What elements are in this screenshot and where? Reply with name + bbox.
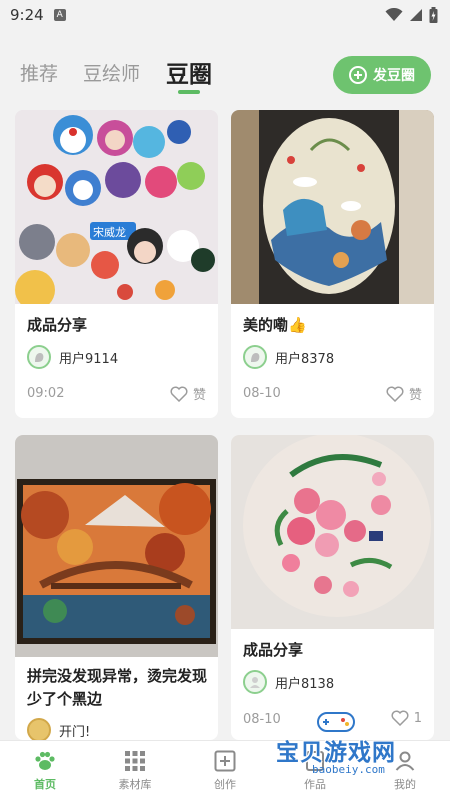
post-card[interactable]: 宋威龙 成品分享 用户9114 09:02 赞: [15, 110, 218, 418]
post-card[interactable]: 美的嘞👍 用户8378 08-10 赞: [231, 110, 434, 418]
tab-bead-artists[interactable]: 豆绘师: [83, 59, 140, 86]
image-caption: 宋威龙: [93, 225, 126, 239]
post-date: 08-10: [243, 386, 281, 401]
bottom-nav: 首页 素材库 创作 作品 我的: [0, 740, 450, 800]
nav-home[interactable]: 首页: [0, 741, 90, 800]
nav-create-label: 创作: [214, 777, 236, 791]
like-button[interactable]: 1: [391, 710, 422, 726]
like-label: 赞: [408, 388, 422, 403]
post-date: 09:02: [27, 386, 65, 401]
post-card[interactable]: 拼完没发现异常，烫完发现少了个黑边 开门!: [15, 435, 218, 740]
post-title: 成品分享: [243, 641, 304, 659]
user-icon: [395, 751, 415, 771]
author-name: 用户8138: [275, 676, 335, 692]
like-count: 1: [413, 710, 422, 726]
post-title: 成品分享: [27, 316, 88, 334]
post-card[interactable]: 成品分享 用户8138 08-10 1: [231, 435, 434, 740]
post-author[interactable]: 用户8138: [243, 670, 334, 694]
post-author[interactable]: 用户9114: [27, 345, 118, 369]
status-bar: 9:24 A: [0, 0, 450, 30]
post-image: [231, 435, 434, 629]
post-image: [15, 435, 218, 657]
battery-icon: [429, 7, 438, 23]
author-name: 用户8378: [275, 351, 335, 367]
post-author[interactable]: 开门!: [27, 718, 90, 740]
post-button[interactable]: 发豆圈: [333, 56, 431, 94]
notification-icon: A: [53, 9, 66, 21]
post-image: 宋威龙: [15, 110, 218, 304]
post-title: 美的嘞👍: [243, 316, 307, 334]
wifi-icon: [385, 8, 403, 21]
heart-icon: [391, 710, 409, 726]
grid-icon: [125, 750, 145, 771]
tab-bead-circle[interactable]: 豆圈: [166, 55, 212, 89]
signal-icon: [410, 9, 422, 21]
avatar-icon: [243, 670, 267, 694]
tab-recommend[interactable]: 推荐: [20, 59, 58, 86]
avatar-icon: [27, 718, 51, 740]
nav-works[interactable]: 作品: [270, 741, 360, 800]
active-tab-indicator: [178, 90, 200, 94]
nav-materials-label: 素材库: [118, 777, 152, 791]
post-image: [231, 110, 434, 304]
nav-mine-label: 我的: [394, 777, 416, 791]
nav-works-label: 作品: [304, 777, 326, 791]
nav-materials[interactable]: 素材库: [90, 741, 180, 800]
post-button-label: 发豆圈: [373, 68, 415, 84]
work-icon: [306, 750, 324, 771]
nav-create[interactable]: 创作: [180, 741, 270, 800]
author-name: 开门!: [59, 724, 91, 740]
nav-home-label: 首页: [34, 777, 56, 791]
avatar-icon: [27, 345, 51, 369]
heart-icon: [386, 386, 404, 402]
avatar-icon: [243, 345, 267, 369]
heart-icon: [170, 386, 188, 402]
status-time: 9:24: [10, 6, 44, 24]
post-title: 拼完没发现异常，烫完发现少了个黑边: [27, 667, 208, 708]
nav-mine[interactable]: 我的: [360, 741, 450, 800]
paw-icon: [35, 751, 55, 770]
author-name: 用户9114: [59, 351, 119, 367]
like-button[interactable]: 赞: [170, 384, 206, 403]
post-date: 08-10: [243, 712, 281, 727]
plus-circle-icon: [349, 66, 367, 84]
like-label: 赞: [192, 388, 206, 403]
like-button[interactable]: 赞: [386, 384, 422, 403]
post-author[interactable]: 用户8378: [243, 345, 334, 369]
plus-square-icon: [214, 750, 236, 771]
